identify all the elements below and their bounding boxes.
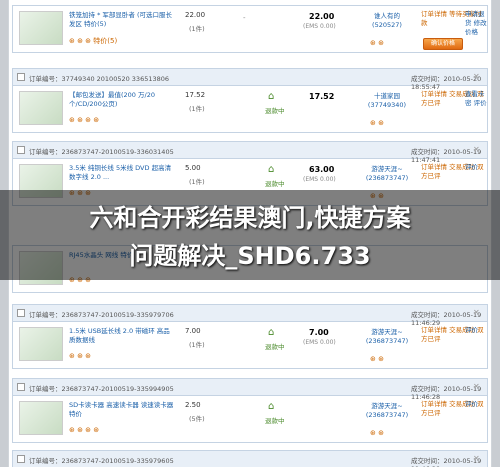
- watermark-text-line2: 问题解决_SHD6.733: [129, 242, 371, 270]
- unit-price: 2.50: [185, 401, 201, 409]
- product-badges: ⊛ ⊛ ⊛ 特价(5): [69, 37, 118, 45]
- product-name-link[interactable]: 【邮包发送】最值(200 万/20个/CD/200公页): [69, 91, 174, 109]
- order-checkbox[interactable]: [17, 455, 25, 463]
- order-checkbox[interactable]: [17, 383, 25, 391]
- order-total: 7.00: [309, 328, 329, 337]
- order-header: 订单编号：236873747-20100519-335994905 成交时间：20…: [13, 379, 487, 401]
- shipping-fee: (EMS 0.00): [303, 23, 336, 30]
- product-thumbnail[interactable]: [19, 327, 63, 361]
- order-action-link[interactable]: 评价: [465, 400, 478, 409]
- order-item-row: SD卡读卡器 高速读卡器 读速读卡器 特价 ⊛ ⊛ ⊛ ⊛ 2.50 (5件) ⌂ 退款中…: [13, 396, 487, 442]
- quantity: (1件): [189, 341, 205, 349]
- order-number: 订单编号：37749340 20100520 336513806: [29, 75, 170, 83]
- unit-price: 5.00: [185, 164, 201, 172]
- order-action-link[interactable]: 评价: [465, 326, 478, 335]
- product-name-link[interactable]: 铁笼加持 * 军部显卧者 (可选口服长发区 特价(5): [69, 11, 174, 29]
- refund-status: -: [243, 14, 246, 22]
- order-card: 铁笼加持 * 军部显卧者 (可选口服长发区 特价(5) ⊛ ⊛ ⊛ 特价(5) 22…: [12, 5, 488, 53]
- gift-icon[interactable]: ⌂: [268, 327, 282, 339]
- order-action-link[interactable]: 评价: [465, 163, 478, 172]
- order-header: 订单编号：236873747-20100519-335979706 成交时间：20…: [13, 305, 487, 327]
- service-link[interactable]: 退款中: [265, 105, 285, 115]
- order-item-row: 1.5米 USB延长线 2.0 带磁环 高品质数据线 ⊛ ⊛ ⊛ 7.00 (1件) ⌂…: [13, 322, 487, 368]
- product-badges: ⊛ ⊛ ⊛ ⊛: [69, 116, 100, 124]
- buyer-link[interactable]: 谁人有的 (520527): [365, 12, 409, 30]
- order-header: 订单编号：236873747-20100519-335979605 成交时间：20…: [13, 451, 487, 467]
- unit-price: 22.00: [185, 11, 206, 19]
- product-name-link[interactable]: 3.5米 纯铜长线 5米线 DVD 超高清 数字线 2.0 ...: [69, 164, 174, 182]
- confirm-price-button[interactable]: 确认价格: [423, 38, 463, 50]
- close-icon[interactable]: ✕: [473, 146, 481, 154]
- quantity: (1件): [189, 178, 205, 186]
- buyer-contact-icons[interactable]: ⊛ ⊛: [370, 355, 384, 363]
- product-name-link[interactable]: 1.5米 USB延长线 2.0 带磁环 高品质数据线: [69, 327, 174, 345]
- quantity: (1件): [189, 105, 205, 113]
- close-icon[interactable]: ✕: [473, 383, 481, 391]
- unit-price: 17.52: [185, 91, 206, 99]
- order-checkbox[interactable]: [17, 309, 25, 317]
- order-card: 订单编号：236873747-20100519-335994905 成交时间：20…: [12, 378, 488, 443]
- order-checkbox[interactable]: [17, 146, 25, 154]
- order-total: 63.00: [309, 165, 335, 174]
- shipping-fee: (EMS 0.00): [303, 339, 336, 346]
- buyer-contact-icons[interactable]: ⊛ ⊛: [370, 429, 384, 437]
- order-action-link[interactable]: 申请退货 修改价格: [465, 10, 487, 37]
- order-number: 订单编号：236873747-20100519-335979706: [29, 311, 174, 319]
- product-badges: ⊛ ⊛ ⊛: [69, 352, 92, 360]
- gift-icon[interactable]: ⌂: [268, 164, 282, 176]
- unit-price: 7.00: [185, 327, 201, 335]
- order-item-row: 铁笼加持 * 军部显卧者 (可选口服长发区 特价(5) ⊛ ⊛ ⊛ 特价(5) 22…: [13, 6, 487, 52]
- product-name-link[interactable]: SD卡读卡器 高速读卡器 读速读卡器 特价: [69, 401, 174, 419]
- buyer-link[interactable]: 十道家园 (37749340): [365, 92, 409, 110]
- watermark-text-line1: 六和合开彩结果澳门,快捷方案: [89, 204, 411, 232]
- gift-icon[interactable]: ⌂: [268, 401, 282, 413]
- close-icon[interactable]: ✕: [473, 73, 481, 81]
- order-action-link[interactable]: 查看卡密 评价: [465, 90, 487, 108]
- quantity: (5件): [189, 415, 205, 423]
- close-icon[interactable]: ✕: [473, 455, 481, 463]
- buyer-contact-icons[interactable]: ⊛ ⊛: [370, 39, 384, 47]
- order-card: 订单编号：37749340 20100520 336513806 成交时间：201…: [12, 68, 488, 133]
- service-link[interactable]: 退款中: [265, 341, 285, 351]
- product-thumbnail[interactable]: [19, 11, 63, 45]
- order-number: 订单编号：236873747-20100519-335979605: [29, 457, 174, 465]
- order-header: 订单编号：37749340 20100520 336513806 成交时间：201…: [13, 69, 487, 91]
- order-total: 22.00: [309, 12, 335, 21]
- close-icon[interactable]: ✕: [473, 309, 481, 317]
- product-badges: ⊛ ⊛ ⊛ ⊛: [69, 426, 100, 434]
- shipping-fee: (EMS 0.00): [303, 176, 336, 183]
- order-item-row: 【邮包发送】最值(200 万/20个/CD/200公页) ⊛ ⊛ ⊛ ⊛ 17.52…: [13, 86, 487, 132]
- service-link[interactable]: 退款中: [265, 178, 285, 188]
- buyer-contact-icons[interactable]: ⊛ ⊛: [370, 119, 384, 127]
- order-card: 订单编号：236873747-20100519-335979605 成交时间：20…: [12, 450, 488, 467]
- gift-icon[interactable]: ⌂: [268, 91, 282, 103]
- buyer-link[interactable]: 游游天涯~ (236873747): [365, 402, 409, 420]
- product-thumbnail[interactable]: [19, 401, 63, 435]
- product-thumbnail[interactable]: [19, 91, 63, 125]
- order-checkbox[interactable]: [17, 73, 25, 81]
- order-header: 订单编号：236873747-20100519-336031405 成交时间：20…: [13, 142, 487, 164]
- order-number: 订单编号：236873747-20100519-336031405: [29, 148, 174, 156]
- buyer-link[interactable]: 游游天涯~ (236873747): [365, 165, 409, 183]
- order-card: 订单编号：236873747-20100519-335979706 成交时间：20…: [12, 304, 488, 369]
- quantity: (1件): [189, 25, 205, 33]
- service-link[interactable]: 退款中: [265, 415, 285, 425]
- order-total: 17.52: [309, 92, 335, 101]
- buyer-link[interactable]: 游游天涯~ (236873747): [365, 328, 409, 346]
- order-number: 订单编号：236873747-20100519-335994905: [29, 385, 174, 393]
